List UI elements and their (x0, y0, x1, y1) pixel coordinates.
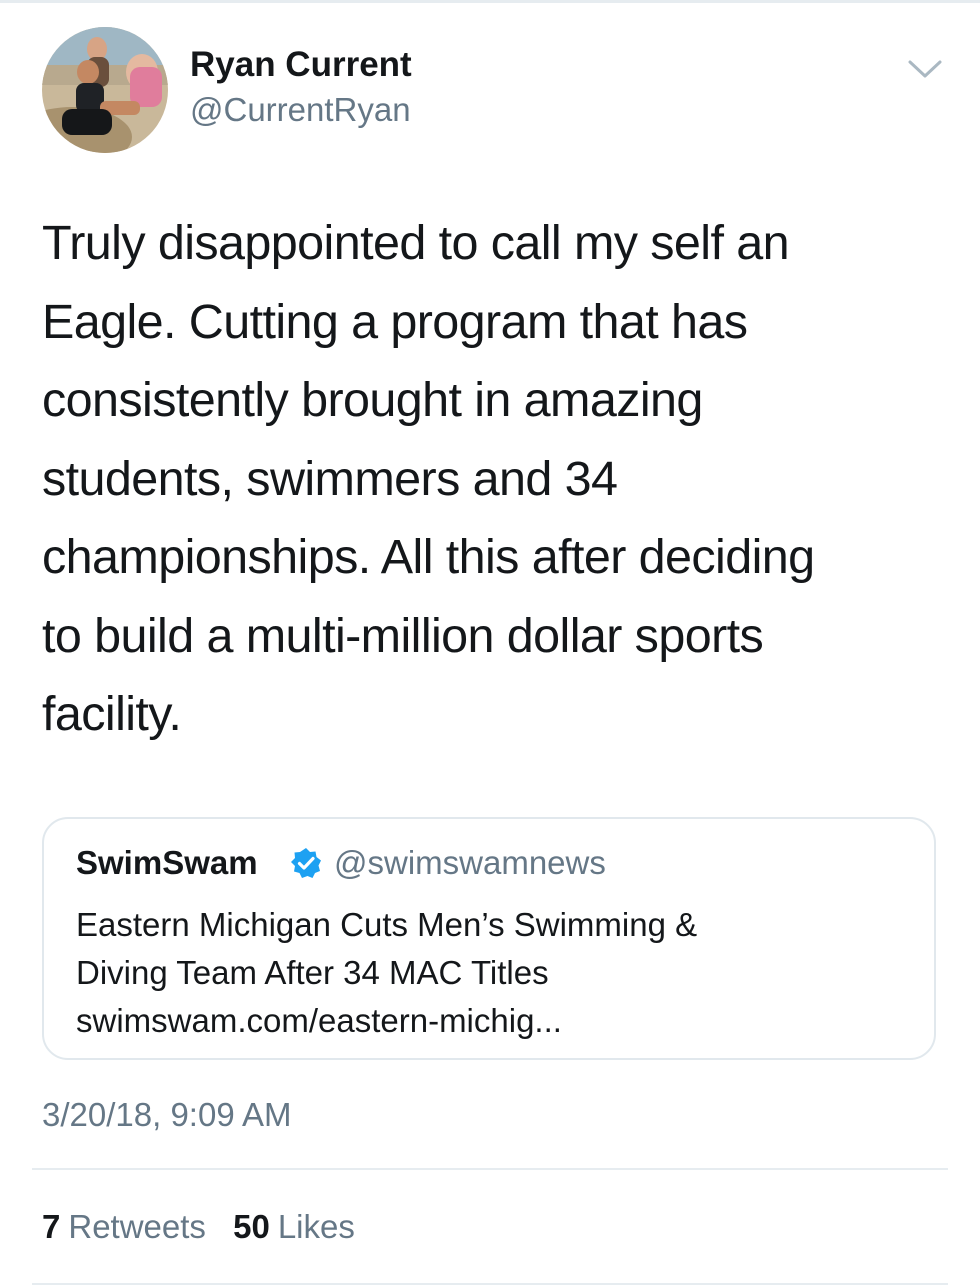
top-divider (0, 0, 980, 3)
tweet-text-line: to build a multi-million dollar sports (42, 608, 764, 663)
author-handle[interactable]: @CurrentRyan (190, 90, 411, 130)
tweet-text-line: students, swimmers and 34 (42, 451, 618, 506)
tweet-text-line: facility. (42, 687, 182, 741)
tweet-stats: 7 Retweets 50 Likes (42, 1206, 373, 1248)
quoted-tweet-line: Diving Team After 34 MAC Titles (76, 954, 549, 991)
likes-count: 50 (233, 1208, 270, 1245)
quoted-tweet-card[interactable]: SwimSwam @swimswamnews Eastern Michigan … (42, 817, 936, 1060)
quoted-author-name: SwimSwam (76, 844, 258, 881)
avatar[interactable] (42, 27, 168, 153)
quoted-author-handle: @swimswamnews (334, 844, 606, 881)
retweets-stat[interactable]: 7 Retweets (42, 1206, 206, 1248)
verified-badge-icon (290, 847, 322, 879)
quoted-tweet-line: Eastern Michigan Cuts Men’s Swimming & (76, 906, 698, 943)
tweet-timestamp[interactable]: 3/20/18, 9:09 AM (42, 1095, 292, 1135)
tweet-text-line: Truly disappointed to call my self an (42, 216, 790, 270)
tweet-text-line: consistently brought in amazing (42, 373, 703, 427)
likes-label: Likes (277, 1208, 355, 1245)
tweet-text-line: championships. All this after deciding (42, 530, 815, 584)
beach-photo-avatar-icon (42, 27, 168, 153)
author-display-name[interactable]: Ryan Current (190, 44, 412, 86)
quoted-tweet-link[interactable]: swimswam.com/eastern-michig... (76, 997, 916, 1045)
likes-stat[interactable]: 50 Likes (233, 1206, 355, 1248)
chevron-down-icon[interactable] (902, 52, 948, 86)
divider (32, 1283, 948, 1285)
quoted-tweet-body: Eastern Michigan Cuts Men’s Swimming & D… (76, 901, 916, 1045)
divider (32, 1168, 948, 1170)
tweet-text: Truly disappointed to call my self an Ea… (42, 204, 952, 754)
retweets-count: 7 (42, 1208, 61, 1245)
retweets-label: Retweets (68, 1208, 206, 1245)
tweet-text-line: Eagle. Cutting a program that has (42, 294, 748, 349)
